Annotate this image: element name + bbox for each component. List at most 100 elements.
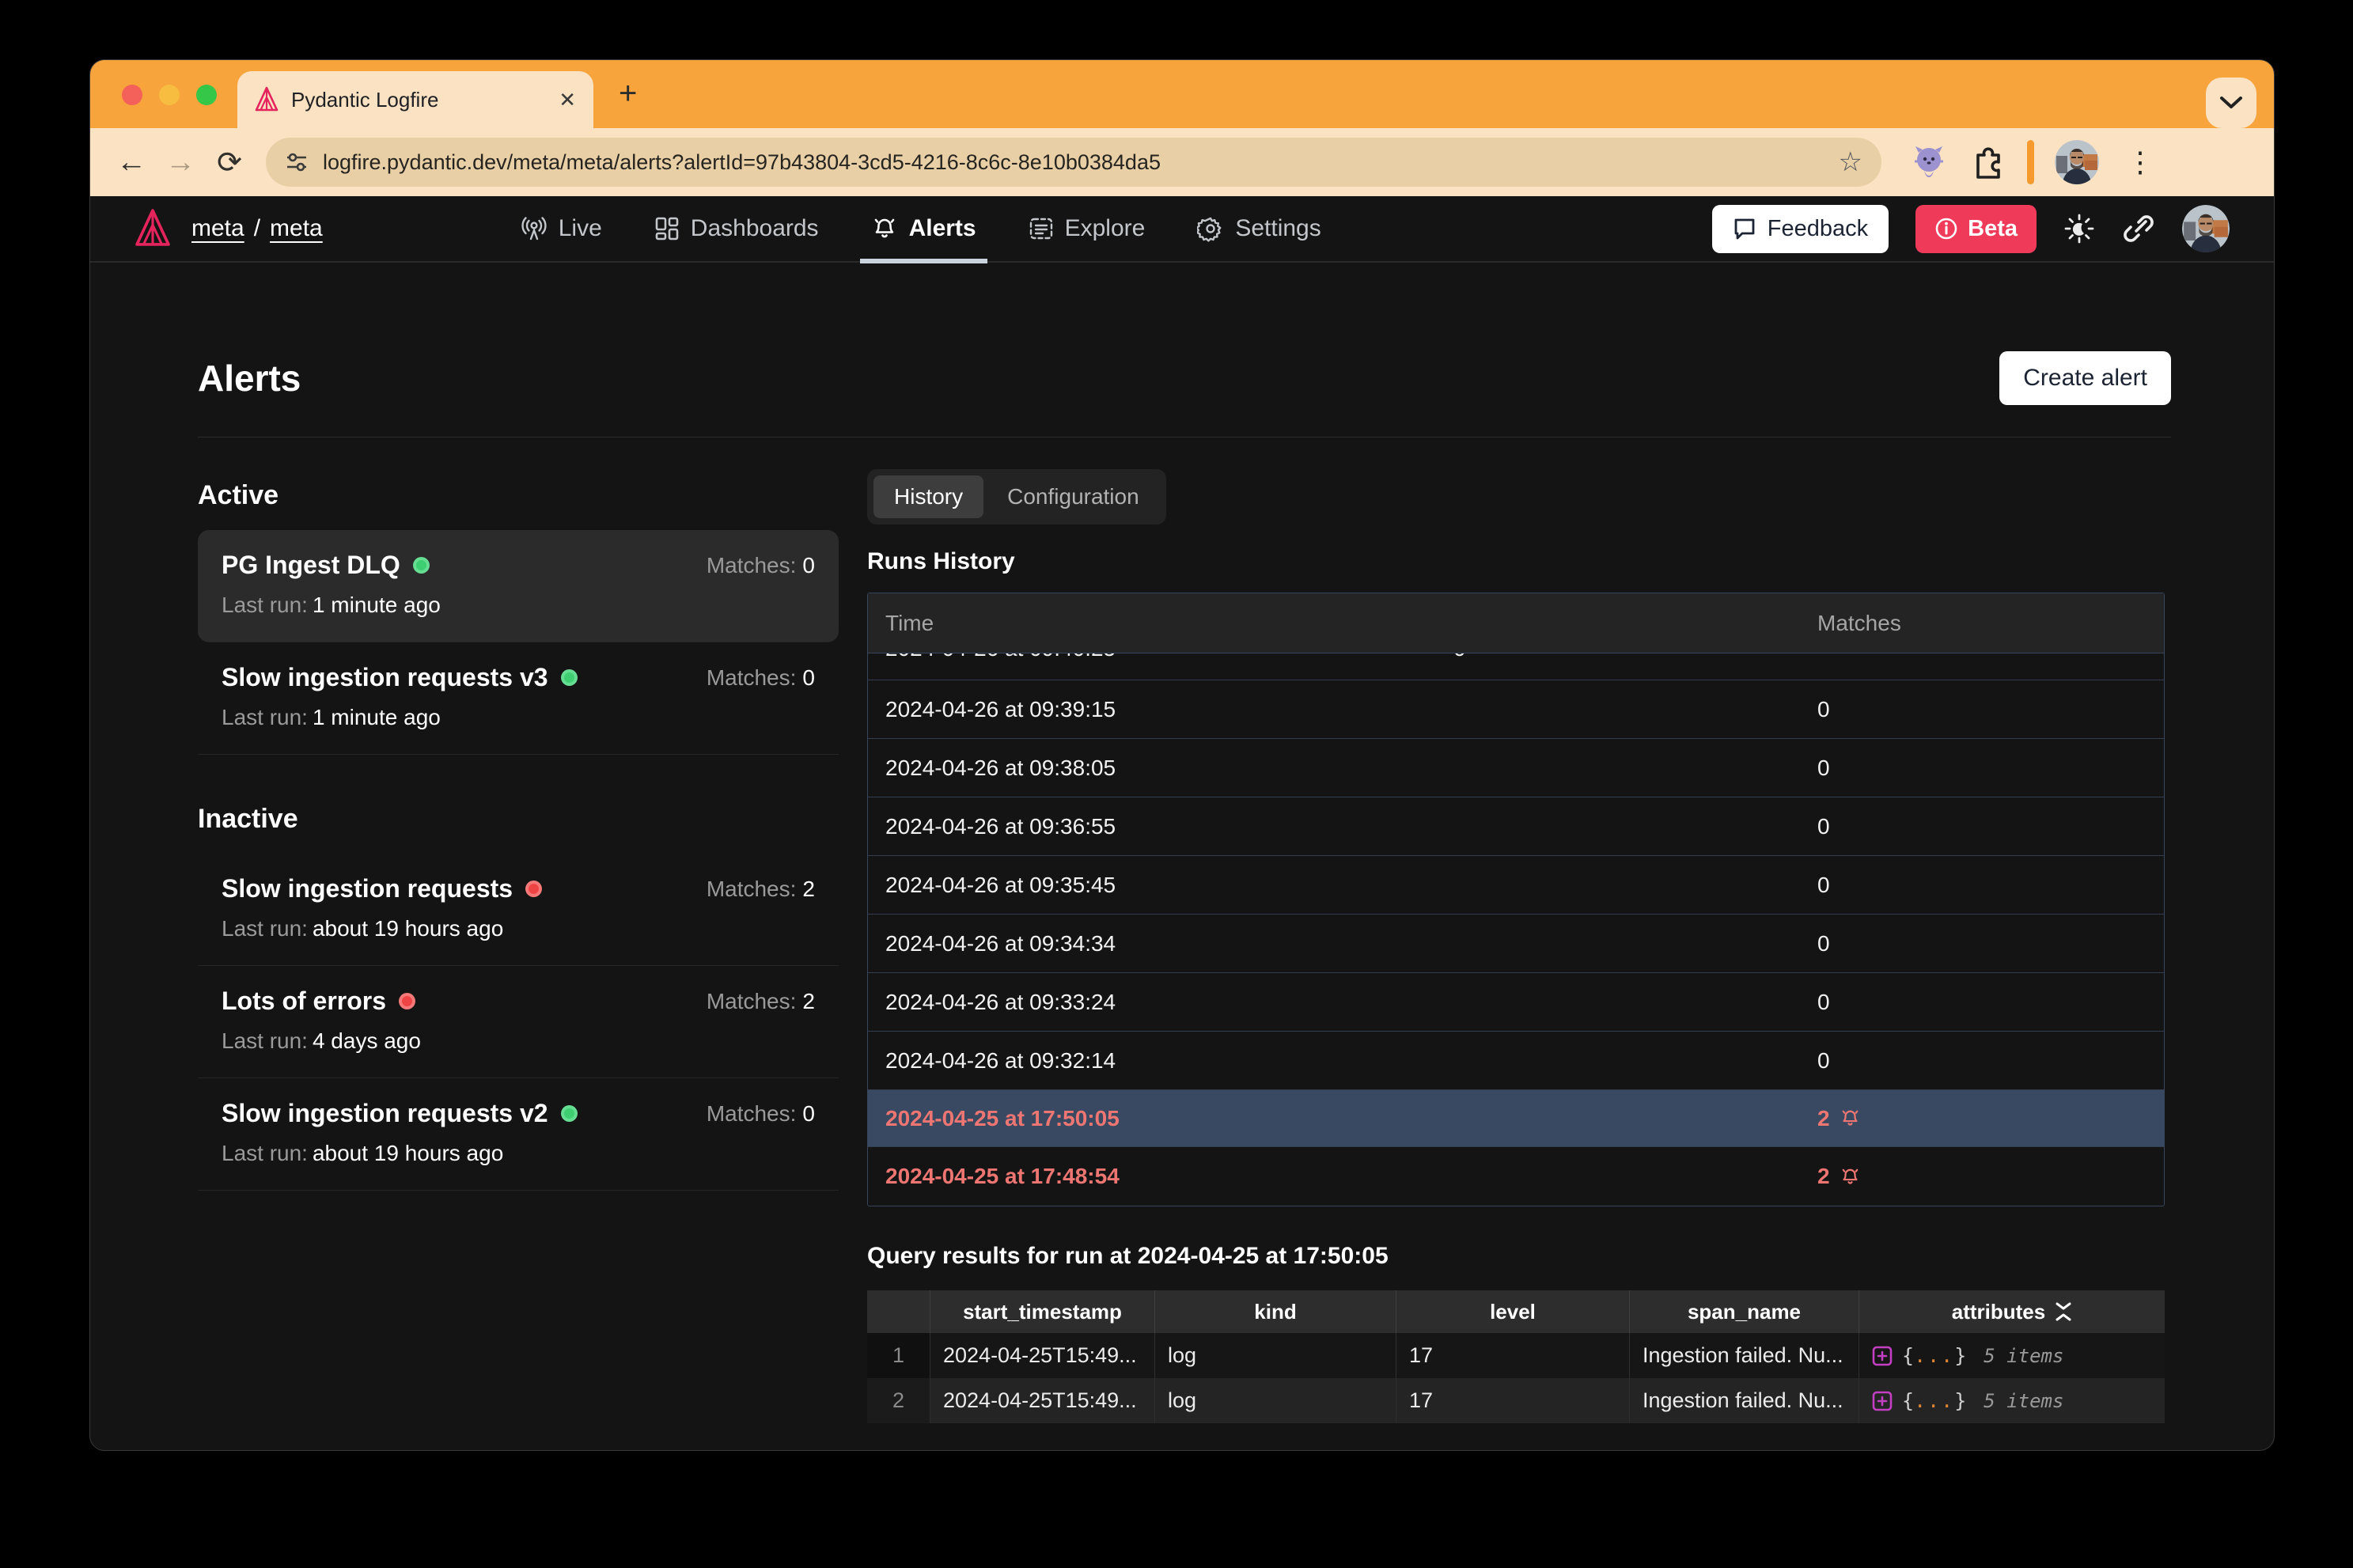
breadcrumb-org-link[interactable]: meta (191, 215, 244, 242)
runs-table-row[interactable]: 2024-04-26 at 09:34:340 (868, 915, 2164, 973)
site-settings-icon[interactable] (285, 150, 309, 174)
zoom-window-button[interactable] (196, 85, 217, 105)
run-time: 2024-04-26 at 09:34:34 (868, 931, 1800, 956)
run-matches: 0 (1800, 931, 2164, 956)
feedback-label: Feedback (1768, 216, 1868, 242)
browser-toolbar: ← → ⟳ logfire.pydantic.dev/meta/meta/ale… (90, 128, 2274, 196)
url-bar[interactable]: logfire.pydantic.dev/meta/meta/alerts?al… (266, 138, 1881, 187)
url-text[interactable]: logfire.pydantic.dev/meta/meta/alerts?al… (323, 150, 1824, 175)
query-results-heading: Query results for run at 2024-04-25 at 1… (867, 1243, 2171, 1270)
nav-menu: Live Dashboards Alerts Explore Settings (521, 195, 1321, 262)
bookmark-star-icon[interactable]: ☆ (1839, 146, 1862, 178)
run-matches: 2 (1800, 1164, 2164, 1189)
logfire-logo[interactable] (135, 207, 171, 250)
bell-icon (871, 215, 898, 242)
tab-close-icon[interactable]: ✕ (559, 88, 576, 112)
alert-last-run-value: about 19 hours ago (313, 1141, 503, 1165)
alert-last-run: Last run:about 19 hours ago (222, 916, 815, 941)
query-attributes: {...}5 items (1859, 1378, 2165, 1423)
browser-menu-icon[interactable]: ⋮ (2120, 146, 2161, 179)
nav-item-label: Settings (1235, 215, 1320, 242)
query-start-timestamp: 2024-04-25T15:49... (930, 1378, 1155, 1423)
user-avatar[interactable] (2182, 205, 2230, 252)
runs-table-row[interactable]: 2024-04-26 at 09:32:140 (868, 1032, 2164, 1090)
alert-matches: Matches:0 (707, 665, 815, 691)
nav-item-settings[interactable]: Settings (1197, 195, 1320, 262)
beta-badge[interactable]: Beta (1915, 205, 2037, 253)
back-button[interactable]: ← (111, 146, 152, 180)
alert-list-item[interactable]: Lots of errorsMatches:2Last run:4 days a… (198, 966, 839, 1078)
runs-table-row[interactable]: 2024-04-26 at 09:33:240 (868, 973, 2164, 1032)
tab-history[interactable]: History (873, 475, 983, 518)
query-table-row[interactable]: 22024-04-25T15:49...log17Ingestion faile… (867, 1378, 2165, 1423)
nav-item-explore[interactable]: Explore (1029, 195, 1146, 262)
breadcrumb-project-link[interactable]: meta (270, 215, 323, 242)
nav-item-label: Alerts (909, 215, 976, 242)
query-table-row[interactable]: 12024-04-25T15:49...log17Ingestion faile… (867, 1333, 2165, 1378)
alert-last-run: Last run:4 days ago (222, 1028, 815, 1054)
alert-matches-value: 2 (802, 989, 815, 1013)
alert-list-item[interactable]: PG Ingest DLQMatches:0Last run:1 minute … (198, 530, 839, 642)
query-col-attributes: attributes (1859, 1290, 2165, 1333)
browser-tab[interactable]: Pydantic Logfire ✕ (237, 71, 593, 128)
feedback-button[interactable]: Feedback (1712, 205, 1889, 253)
attributes-count: 5 items (1984, 1390, 2063, 1412)
runs-table-row[interactable]: 2024-04-25 at 17:50:052 (868, 1090, 2164, 1147)
nav-item-live[interactable]: Live (521, 195, 602, 262)
tab-search-button[interactable] (2206, 78, 2256, 128)
browser-profile-avatar[interactable] (2055, 140, 2099, 184)
alert-detail-panel: HistoryConfiguration Runs History Time M… (867, 469, 2171, 1423)
github-extension-icon[interactable] (1908, 142, 1949, 182)
nav-item-alerts[interactable]: Alerts (871, 195, 976, 262)
run-matches: 0 (1800, 814, 2164, 839)
query-row-index: 1 (867, 1333, 930, 1378)
collapse-rows-icon[interactable] (2055, 1301, 2072, 1322)
close-window-button[interactable] (122, 85, 142, 105)
copy-link-icon[interactable] (2122, 212, 2155, 245)
new-tab-button[interactable]: + (619, 78, 637, 109)
theme-toggle-icon[interactable] (2063, 213, 2095, 244)
breadcrumb: meta / meta (191, 215, 323, 242)
live-icon (521, 215, 548, 242)
runs-row-partial[interactable]: 2024-04-26 at 09:40:25 0 (868, 653, 2164, 680)
runs-table-row[interactable]: 2024-04-25 at 17:48:542 (868, 1147, 2164, 1206)
runs-table-row[interactable]: 2024-04-26 at 09:36:550 (868, 797, 2164, 856)
run-matches: 0 (1800, 873, 2164, 898)
create-alert-button[interactable]: Create alert (1999, 351, 2171, 405)
run-time: 2024-04-26 at 09:39:15 (868, 697, 1800, 722)
alert-matches: Matches:2 (707, 989, 815, 1014)
nav-item-dashboards[interactable]: Dashboards (654, 195, 819, 262)
browser-window: Pydantic Logfire ✕ + ← → ⟳ logfire.pydan… (90, 60, 2274, 1450)
alert-matches: Matches:0 (707, 1101, 815, 1127)
minimize-window-button[interactable] (159, 85, 180, 105)
status-dot-green (561, 1105, 578, 1122)
explore-icon (1029, 216, 1054, 241)
inactive-heading: Inactive (198, 804, 839, 835)
runs-table-row[interactable]: 2024-04-26 at 09:38:050 (868, 739, 2164, 797)
alert-matches: Matches:0 (707, 553, 815, 578)
alert-list-item[interactable]: Slow ingestion requests v2Matches:0Last … (198, 1078, 839, 1191)
alert-list-item[interactable]: Slow ingestion requestsMatches:2Last run… (198, 854, 839, 966)
tab-configuration[interactable]: Configuration (987, 475, 1160, 518)
nav-item-label: Dashboards (691, 215, 819, 242)
runs-table-row[interactable]: 2024-04-26 at 09:39:150 (868, 680, 2164, 739)
page-content: Alerts Create alert Active PG Ingest DLQ… (90, 351, 2274, 1423)
extensions-puzzle-icon[interactable] (1970, 144, 2006, 180)
reload-button[interactable]: ⟳ (209, 145, 250, 180)
query-span-name: Ingestion failed. Nu... (1630, 1333, 1859, 1378)
alert-name: Slow ingestion requests v2 (222, 1099, 548, 1128)
query-kind: log (1155, 1333, 1396, 1378)
alert-last-run: Last run:1 minute ago (222, 705, 815, 730)
beta-label: Beta (1968, 216, 2018, 242)
runs-table-header: Time Matches (868, 593, 2164, 653)
alert-list-item[interactable]: Slow ingestion requests v3Matches:0Last … (198, 642, 839, 755)
query-col-level: level (1396, 1290, 1630, 1333)
expand-attributes-icon[interactable] (1872, 1391, 1893, 1411)
expand-attributes-icon[interactable] (1872, 1346, 1893, 1366)
attributes-preview: {...} (1902, 1344, 1966, 1367)
runs-table-row[interactable]: 2024-04-26 at 09:35:450 (868, 856, 2164, 915)
attributes-count: 5 items (1984, 1345, 2063, 1367)
query-kind: log (1155, 1378, 1396, 1423)
run-time: 2024-04-26 at 09:38:05 (868, 756, 1800, 781)
nav-item-label: Live (559, 215, 602, 242)
